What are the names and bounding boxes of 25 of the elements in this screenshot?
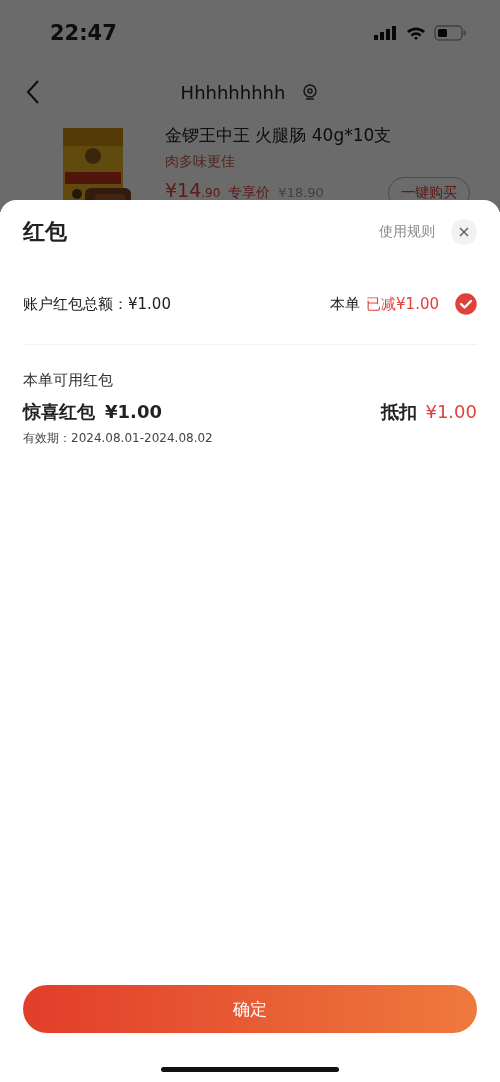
wifi-icon — [406, 26, 426, 40]
rules-link[interactable]: 使用规则 — [379, 223, 435, 241]
deduct-label: 抵扣 — [381, 400, 418, 424]
close-button[interactable] — [451, 219, 477, 245]
coupon-name: 惊喜红包 — [23, 400, 95, 424]
product-price: ¥14.90 — [165, 179, 221, 201]
coupon-amount: ¥1.00 — [105, 401, 162, 422]
deducted-amount: 已减¥1.00 — [366, 294, 439, 314]
order-label: 本单 — [330, 294, 361, 314]
sheet-title: 红包 — [23, 218, 68, 246]
deduct-amount: ¥1.00 — [425, 401, 477, 422]
product-slogan: 肉多味更佳 — [165, 153, 236, 171]
coupon-validity: 有效期：2024.08.01-2024.08.02 — [23, 430, 214, 447]
checked-circle-icon[interactable] — [455, 293, 477, 315]
section-title: 本单可用红包 — [23, 371, 114, 390]
back-icon[interactable] — [26, 79, 40, 105]
signal-icon — [374, 26, 398, 40]
close-icon — [459, 227, 469, 237]
product-name: 金锣王中王 火腿肠 40g*10支 — [165, 124, 393, 147]
total-balance: 账户红包总额：¥1.00 — [23, 294, 172, 314]
shop-name: Hhhhhhhhh — [180, 81, 286, 103]
price-tag: 专享价 — [228, 184, 271, 202]
battery-icon — [434, 25, 466, 41]
status-time: 22:47 — [50, 21, 117, 45]
confirm-button[interactable]: 确定 — [23, 985, 477, 1033]
